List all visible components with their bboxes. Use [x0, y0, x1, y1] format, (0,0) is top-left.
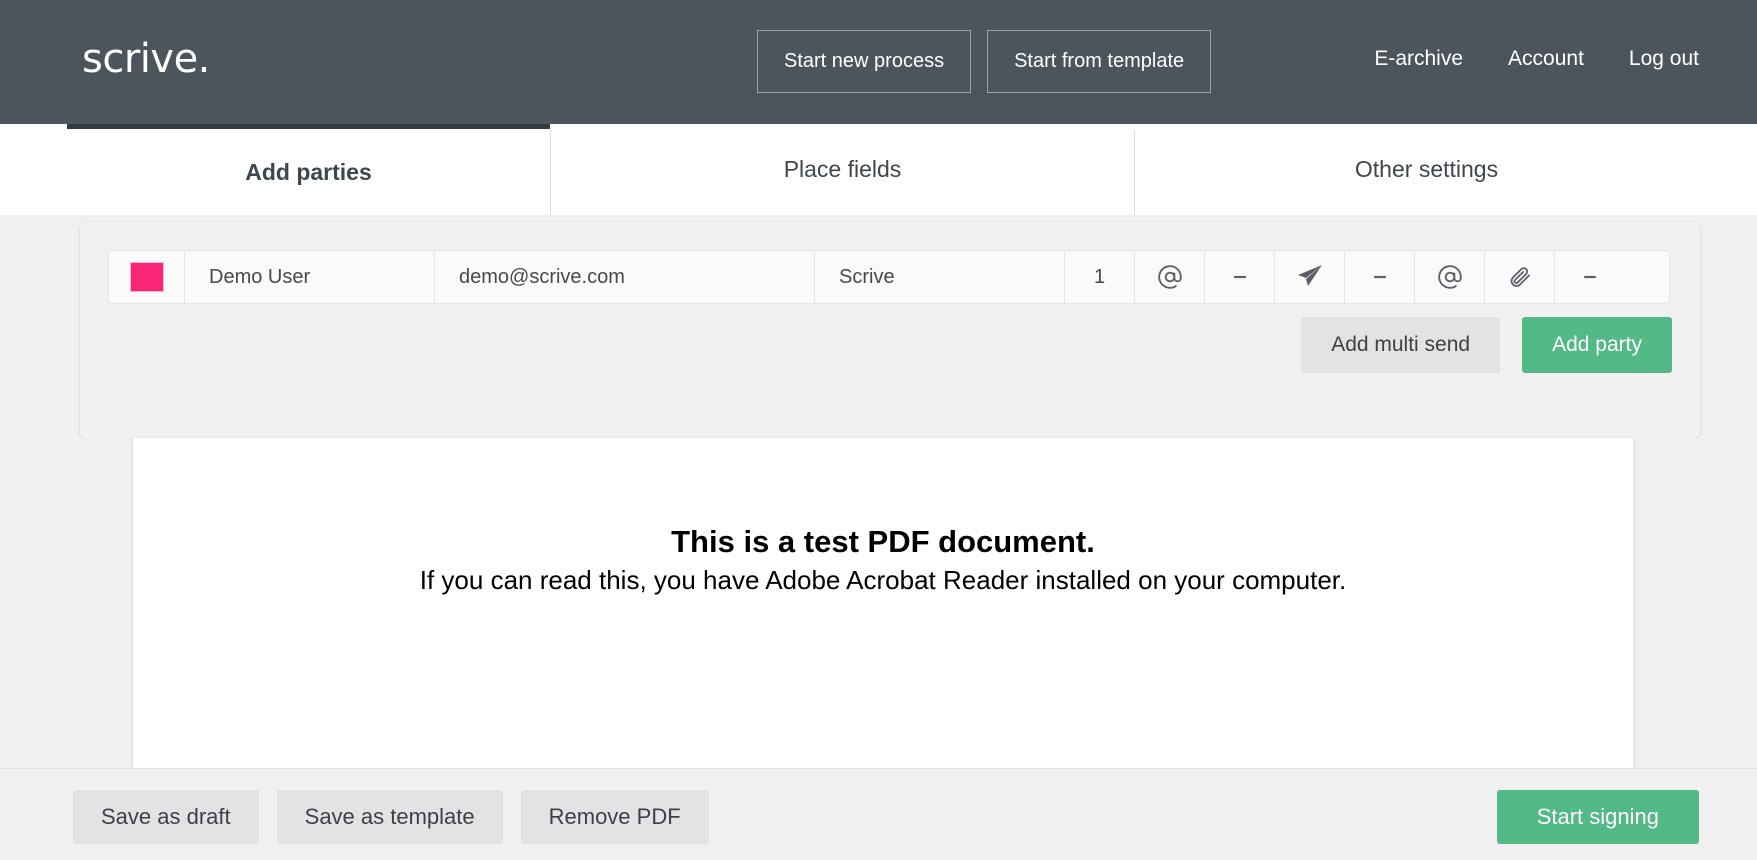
- remove-pdf-button[interactable]: Remove PDF: [520, 790, 709, 844]
- at-sign-icon-delivery[interactable]: [1135, 251, 1205, 303]
- tab-place-fields[interactable]: Place fields: [551, 124, 1134, 215]
- start-new-process-button[interactable]: Start new process: [757, 30, 972, 93]
- paperclip-icon[interactable]: [1485, 251, 1555, 303]
- bottom-left-buttons: Save as draft Save as template Remove PD…: [73, 790, 709, 844]
- dash-icon-3[interactable]: [1555, 251, 1625, 303]
- parties-panel-buttons: Add multi send Add party: [1301, 317, 1672, 373]
- start-signing-button[interactable]: Start signing: [1496, 790, 1699, 844]
- bottom-action-bar: Save as draft Save as template Remove PD…: [0, 768, 1757, 860]
- parties-panel: Demo User demo@scrive.com Scrive 1 Add m…: [80, 222, 1700, 438]
- document-preview-area: This is a test PDF document. If you can …: [0, 438, 1757, 768]
- tab-add-parties[interactable]: Add parties: [67, 124, 550, 215]
- add-party-button[interactable]: Add party: [1522, 317, 1672, 373]
- dash-icon-1[interactable]: [1205, 251, 1275, 303]
- nav-link-account[interactable]: Account: [1508, 47, 1584, 71]
- pdf-page[interactable]: This is a test PDF document. If you can …: [133, 438, 1633, 768]
- pdf-body-text: If you can read this, you have Adobe Acr…: [419, 565, 1347, 595]
- scrive-document-editor: scrive. Start new process Start from tem…: [0, 0, 1757, 860]
- nav-link-e-archive[interactable]: E-archive: [1374, 47, 1463, 71]
- add-multi-send-button[interactable]: Add multi send: [1301, 317, 1501, 373]
- pdf-heading: This is a test PDF document.: [671, 524, 1095, 559]
- party-order-cell[interactable]: 1: [1065, 251, 1135, 303]
- at-sign-icon-confirmation[interactable]: [1415, 251, 1485, 303]
- start-from-template-button[interactable]: Start from template: [987, 30, 1212, 93]
- paper-plane-icon[interactable]: [1275, 251, 1345, 303]
- tab-other-settings[interactable]: Other settings: [1135, 124, 1718, 215]
- header-action-buttons: Start new process Start from template: [757, 30, 1212, 93]
- workflow-tabbar: Add parties Place fields Other settings: [0, 124, 1757, 215]
- party-color-cell[interactable]: [109, 251, 185, 303]
- dash-icon-2[interactable]: [1345, 251, 1415, 303]
- color-swatch-icon[interactable]: [129, 262, 164, 292]
- table-row[interactable]: Demo User demo@scrive.com Scrive 1: [108, 250, 1670, 304]
- scrive-logo[interactable]: scrive.: [82, 36, 210, 82]
- party-email-cell[interactable]: demo@scrive.com: [435, 251, 815, 303]
- top-header: scrive. Start new process Start from tem…: [0, 0, 1757, 124]
- save-as-template-button[interactable]: Save as template: [276, 790, 503, 844]
- save-as-draft-button[interactable]: Save as draft: [73, 790, 259, 844]
- nav-link-log-out[interactable]: Log out: [1629, 47, 1699, 71]
- party-company-cell[interactable]: Scrive: [815, 251, 1065, 303]
- bottom-right-buttons: Start signing: [1496, 790, 1699, 844]
- party-name-cell[interactable]: Demo User: [185, 251, 435, 303]
- header-nav-links: E-archive Account Log out: [1374, 47, 1699, 71]
